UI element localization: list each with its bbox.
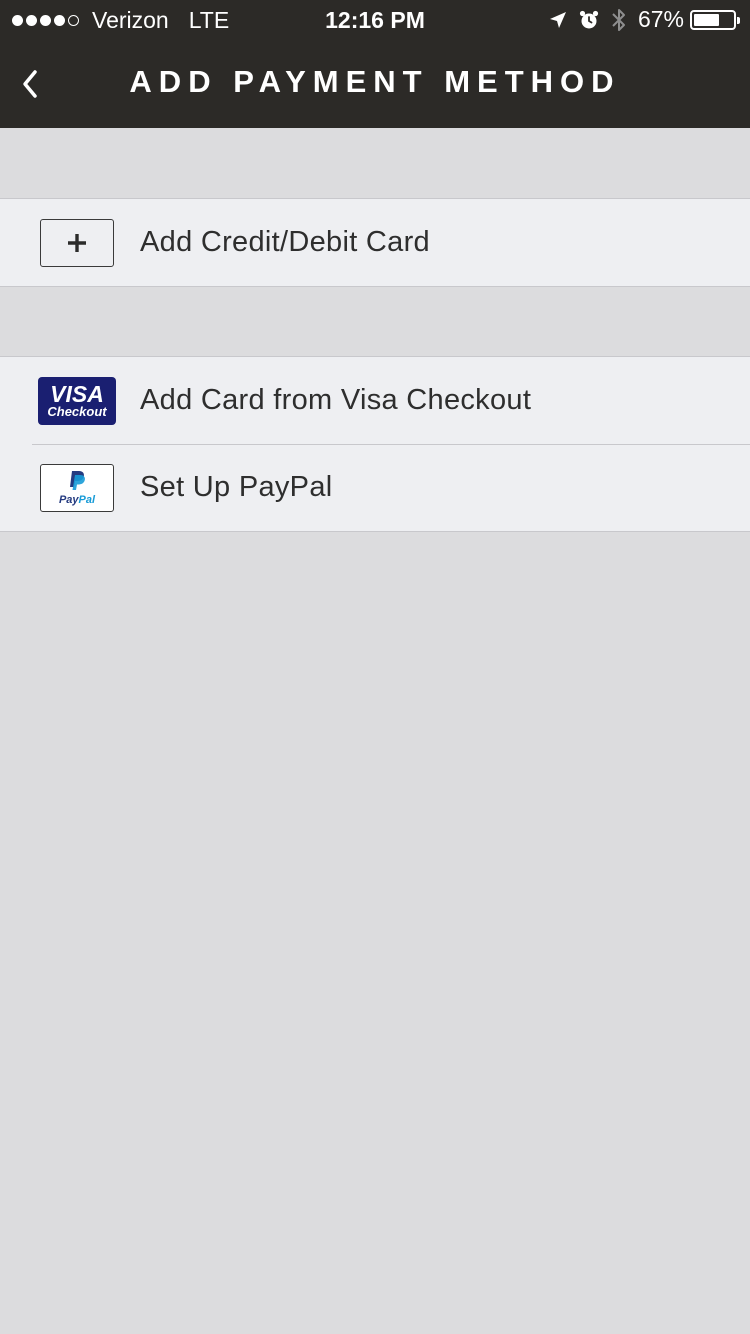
visa-checkout-logo: VISA Checkout <box>38 377 116 425</box>
visa-logo-text: VISA <box>50 381 104 407</box>
page-title: ADD PAYMENT METHOD <box>129 64 621 99</box>
paypal-logo-box: PayPal <box>40 464 114 512</box>
third-party-payment-section: VISA Checkout Add Card from Visa Checkou… <box>0 356 750 532</box>
paypal-logo-pal: Pal <box>78 494 96 506</box>
battery-percent: 67% <box>637 6 684 32</box>
checkout-logo-text: Checkout <box>47 404 107 419</box>
status-bar: Verizon LTE 12:16 PM 67% <box>0 0 750 40</box>
paypal-logo-pay: Pay <box>58 494 79 506</box>
location-arrow-icon <box>549 11 566 28</box>
visa-checkout-label: Add Card from Visa Checkout <box>140 384 532 416</box>
status-right: 67% <box>548 6 740 33</box>
add-credit-debit-card-label: Add Credit/Debit Card <box>140 226 430 258</box>
add-credit-debit-card-row[interactable]: Add Credit/Debit Card <box>0 199 750 286</box>
visa-checkout-row[interactable]: VISA Checkout Add Card from Visa Checkou… <box>0 357 750 444</box>
battery-icon <box>690 9 740 30</box>
paypal-p-icon <box>70 471 85 490</box>
paypal-label: Set Up PayPal <box>140 471 333 503</box>
battery-fill <box>694 13 719 26</box>
paypal-logo: PayPal <box>59 470 95 506</box>
paypal-row[interactable]: PayPal Set Up PayPal <box>0 444 750 531</box>
navigation-header: Verizon LTE 12:16 PM 67% ADD PAYMENT MET… <box>0 0 750 128</box>
paypal-logo-text: PayPal <box>59 494 95 506</box>
battery-nub <box>737 16 740 24</box>
bluetooth-icon <box>612 8 625 31</box>
plus-icon <box>68 234 86 252</box>
plus-icon-box <box>40 219 114 267</box>
add-card-section: Add Credit/Debit Card <box>0 198 750 287</box>
alarm-icon <box>579 10 599 28</box>
